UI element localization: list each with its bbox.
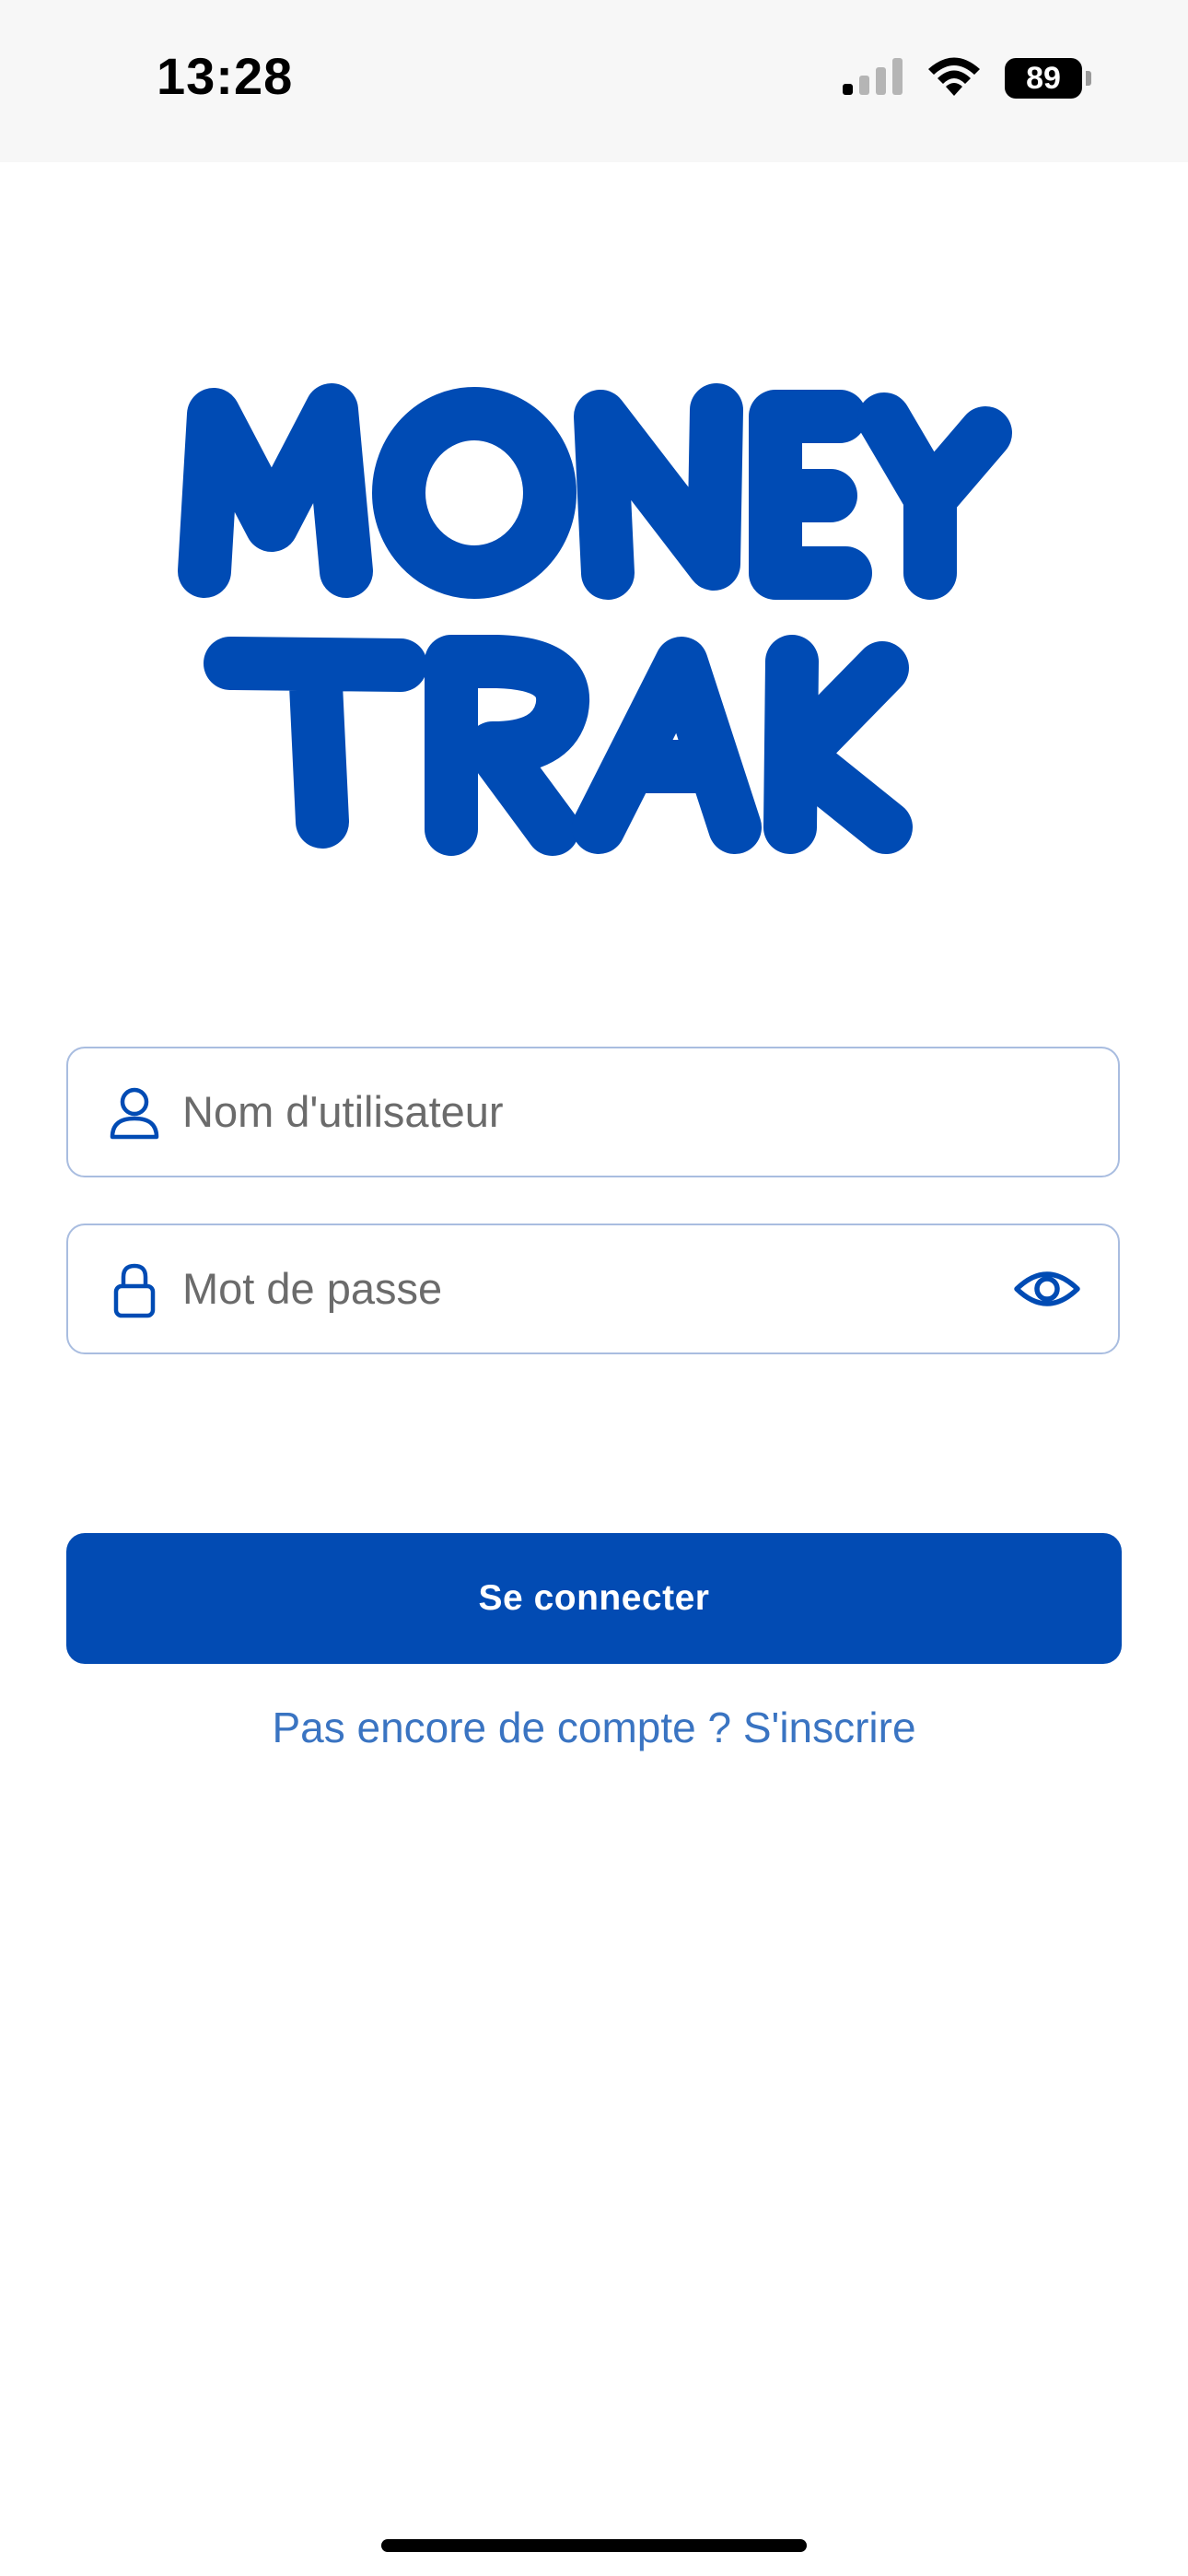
signup-link[interactable]: Pas encore de compte ? S'inscrire xyxy=(0,1703,1188,1752)
home-indicator xyxy=(381,2539,807,2552)
eye-icon[interactable] xyxy=(1013,1258,1081,1320)
username-placeholder: Nom d'utilisateur xyxy=(182,1087,504,1136)
login-button[interactable]: Se connecter xyxy=(66,1533,1122,1664)
status-time: 13:28 xyxy=(157,47,294,105)
status-icons: 89 xyxy=(841,55,1091,102)
login-screen: 13:28 89 Nom d'utilisateur Mot de passe … xyxy=(0,0,1188,2576)
money-trak-logo xyxy=(178,383,1012,856)
battery-cap xyxy=(1086,71,1091,86)
password-placeholder: Mot de passe xyxy=(182,1264,443,1313)
battery-icon: 89 xyxy=(1005,58,1091,99)
password-field[interactable]: Mot de passe xyxy=(66,1224,1120,1354)
username-field[interactable]: Nom d'utilisateur xyxy=(66,1047,1120,1177)
wifi-icon xyxy=(926,55,983,102)
cellular-signal-icon xyxy=(841,56,903,101)
lock-icon xyxy=(105,1260,164,1319)
person-icon xyxy=(105,1083,164,1142)
battery-level: 89 xyxy=(1026,60,1061,96)
status-bar: 13:28 89 xyxy=(0,0,1188,162)
